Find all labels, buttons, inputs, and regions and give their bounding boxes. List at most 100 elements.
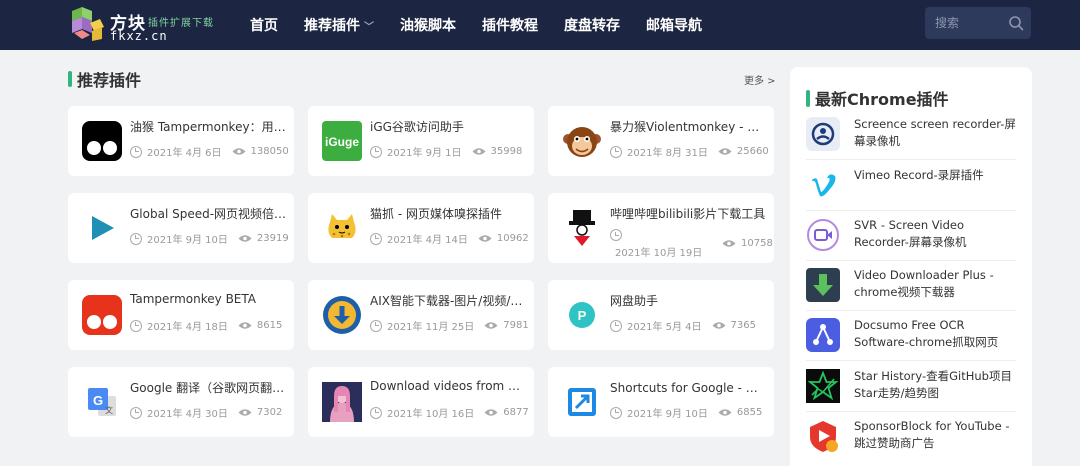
card-meta: 2021年 9月 1日 35998 xyxy=(370,144,522,159)
nav-label: 油猴脚本 xyxy=(400,18,456,34)
latest-plugin-item[interactable]: Video Downloader Plus - chrome视频下载器 xyxy=(806,261,1016,311)
card-meta xyxy=(610,229,627,241)
card-views: 10758 xyxy=(741,238,773,249)
nav-item-mail-nav[interactable]: 邮箱导航 xyxy=(646,15,702,35)
latest-plugin-item[interactable]: SponsorBlock for YouTube - 跳过赞助商广告 xyxy=(806,412,1016,462)
svg-text:iGuge: iGuge xyxy=(325,135,359,149)
vimeo-icon xyxy=(812,174,836,197)
card-date: 2021年 4月 14日 xyxy=(387,235,468,246)
plugin-name[interactable]: Vimeo Record-录屏插件 xyxy=(854,167,1016,184)
section-title: 推荐插件 xyxy=(68,68,141,90)
docsumo-icon xyxy=(806,318,840,352)
latest-plugin-item[interactable]: Docsumo Free OCR Software-chrome抓取网页 xyxy=(806,311,1016,361)
video-download-icon xyxy=(322,382,362,422)
title-accent-bar xyxy=(68,71,72,87)
site-logo[interactable]: 方块 插件扩展下载 fkxz.cn xyxy=(68,5,228,45)
card-date: 2021年 9月 10日 xyxy=(147,235,228,246)
card-title[interactable]: 暴力猴Violentmonkey - 浏览器脚本管理器 xyxy=(610,118,768,135)
latest-plugin-item[interactable]: Star History-查看GitHub项目Star走势/趋势图 xyxy=(806,362,1016,412)
svg-text:P: P xyxy=(578,308,587,323)
card-views: 10962 xyxy=(496,233,529,244)
plugin-card[interactable]: Global Speed-网页视频倍速播放插件 2021年 9月 10日 239… xyxy=(68,193,294,263)
plugin-card[interactable]: iGuge iGG谷歌访问助手 2021年 9月 1日 35998 xyxy=(308,106,534,176)
plugin-card[interactable]: 油猴 Tampermonkey：用户脚本管理器 2021年 4月 6日 1380… xyxy=(68,106,294,176)
plugin-card[interactable]: P 网盘助手 2021年 5月 4日 7365 xyxy=(548,280,774,350)
clock-icon xyxy=(610,319,622,332)
card-title[interactable]: Global Speed-网页视频倍速播放插件 xyxy=(130,205,288,222)
card-views: 7365 xyxy=(730,320,756,331)
card-date: 2021年 4月 6日 xyxy=(147,148,222,159)
plugin-name[interactable]: Star History-查看GitHub项目Star走势/趋势图 xyxy=(854,368,1016,402)
aix-downloader-icon xyxy=(323,296,361,334)
plugin-card[interactable]: 猫抓 - 网页媒体嗅探插件 2021年 4月 14日 10962 xyxy=(308,193,534,263)
plugin-card[interactable]: AIX智能下载器-图片/视频/音乐 2021年 11月 25日 7981 xyxy=(308,280,534,350)
clock-icon xyxy=(130,145,142,158)
plugin-card[interactable]: Shortcuts for Google - 谷歌快捷方式 2021年 9月 1… xyxy=(548,367,774,437)
latest-plugin-item[interactable]: Vimeo Record-录屏插件 xyxy=(806,161,1016,211)
panel-title: 最新Chrome插件 xyxy=(806,86,949,110)
main-nav: 首页 推荐插件 ﹀ 油猴脚本 插件教程 度盘转存 邮箱导航 xyxy=(250,0,728,50)
nav-item-netdisk[interactable]: 度盘转存 xyxy=(564,15,620,35)
card-title[interactable]: 猫抓 - 网页媒体嗅探插件 xyxy=(370,205,528,222)
card-title[interactable]: Tampermonkey BETA xyxy=(130,292,288,306)
card-meta: 2021年 9月 10日 23919 xyxy=(130,231,289,246)
section-title-text: 推荐插件 xyxy=(77,71,142,90)
tampermonkey-icon xyxy=(82,121,122,161)
clock-icon xyxy=(370,319,382,332)
plugin-name[interactable]: Video Downloader Plus - chrome视频下载器 xyxy=(854,267,1016,301)
eye-icon xyxy=(722,240,736,247)
plugin-card[interactable]: 哔哩哔哩bilibili影片下载工具 2021年 10月 19日 10758 xyxy=(548,193,774,263)
card-title[interactable]: AIX智能下载器-图片/视频/音乐 xyxy=(370,292,528,309)
tampermonkey-beta-icon xyxy=(82,295,122,335)
nav-label: 首页 xyxy=(250,18,278,34)
nav-item-tutorials[interactable]: 插件教程 xyxy=(482,15,538,35)
cat-catch-icon xyxy=(328,214,356,238)
plugin-name[interactable]: Docsumo Free OCR Software-chrome抓取网页 xyxy=(854,317,1016,351)
eye-icon xyxy=(484,409,498,416)
card-date: 2021年 10月 16日 xyxy=(387,409,475,420)
card-meta: 2021年 4月 14日 10962 xyxy=(370,231,529,246)
card-title[interactable]: 网盘助手 xyxy=(610,292,768,309)
plugin-card[interactable]: 暴力猴Violentmonkey - 浏览器脚本管理器 2021年 8月 31日… xyxy=(548,106,774,176)
clock-icon xyxy=(370,145,382,158)
nav-item-home[interactable]: 首页 xyxy=(250,15,278,35)
nav-item-userscripts[interactable]: 油猴脚本 xyxy=(400,15,456,35)
card-title[interactable]: Download videos from OnlyFans xyxy=(370,379,528,393)
plugin-name[interactable]: SVR - Screen Video Recorder-屏幕录像机 xyxy=(854,217,1016,251)
card-title[interactable]: 哔哩哔哩bilibili影片下载工具 xyxy=(610,205,768,222)
eye-icon xyxy=(718,148,732,155)
card-meta: 2021年 8月 31日 25660 xyxy=(610,144,769,159)
card-date: 2021年 9月 1日 xyxy=(387,148,462,159)
clock-icon xyxy=(130,319,142,332)
plugin-card[interactable]: Tampermonkey BETA 2021年 4月 18日 8615 xyxy=(68,280,294,350)
search-input[interactable] xyxy=(925,7,1005,39)
latest-plugin-item[interactable]: SVR - Screen Video Recorder-屏幕录像机 xyxy=(806,211,1016,261)
plugin-name[interactable]: SponsorBlock for YouTube - 跳过赞助商广告 xyxy=(854,418,1016,452)
clock-icon xyxy=(370,406,382,419)
plugin-card[interactable]: G 文 Google 翻译（谷歌网页翻译） 2021年 4月 30日 7302 xyxy=(68,367,294,437)
chevron-down-icon: ﹀ xyxy=(364,21,374,33)
plugin-name[interactable]: Screence screen recorder-屏幕录像机 xyxy=(854,116,1016,150)
clock-icon xyxy=(610,145,622,158)
card-views: 138050 xyxy=(250,146,289,157)
search-icon[interactable] xyxy=(1008,15,1024,31)
plugin-card[interactable]: Download videos from OnlyFans 2021年 10月 … xyxy=(308,367,534,437)
svr-icon xyxy=(807,219,839,251)
clock-icon xyxy=(610,229,622,241)
card-date: 2021年 5月 4日 xyxy=(627,322,702,333)
card-title[interactable]: Shortcuts for Google - 谷歌快捷方式 xyxy=(610,379,768,396)
nav-item-recommended[interactable]: 推荐插件 ﹀ xyxy=(304,15,374,35)
clock-icon xyxy=(130,232,142,245)
logo-subtitle: 插件扩展下载 xyxy=(148,18,214,29)
title-accent-bar xyxy=(806,89,810,107)
card-date: 2021年 4月 30日 xyxy=(147,409,228,420)
card-title[interactable]: iGG谷歌访问助手 xyxy=(370,118,528,135)
panel-title-text: 最新Chrome插件 xyxy=(815,90,949,109)
card-title[interactable]: Google 翻译（谷歌网页翻译） xyxy=(130,379,288,396)
card-meta: 2021年 11月 25日 7981 xyxy=(370,318,529,333)
latest-plugin-item[interactable]: Screence screen recorder-屏幕录像机 xyxy=(806,110,1016,160)
more-link[interactable]: 更多 > xyxy=(744,72,776,87)
eye-icon xyxy=(478,235,492,242)
card-title[interactable]: 油猴 Tampermonkey：用户脚本管理器 xyxy=(130,118,288,135)
latest-chrome-plugins-panel: 最新Chrome插件 Screence screen recorder-屏幕录像… xyxy=(790,67,1032,466)
